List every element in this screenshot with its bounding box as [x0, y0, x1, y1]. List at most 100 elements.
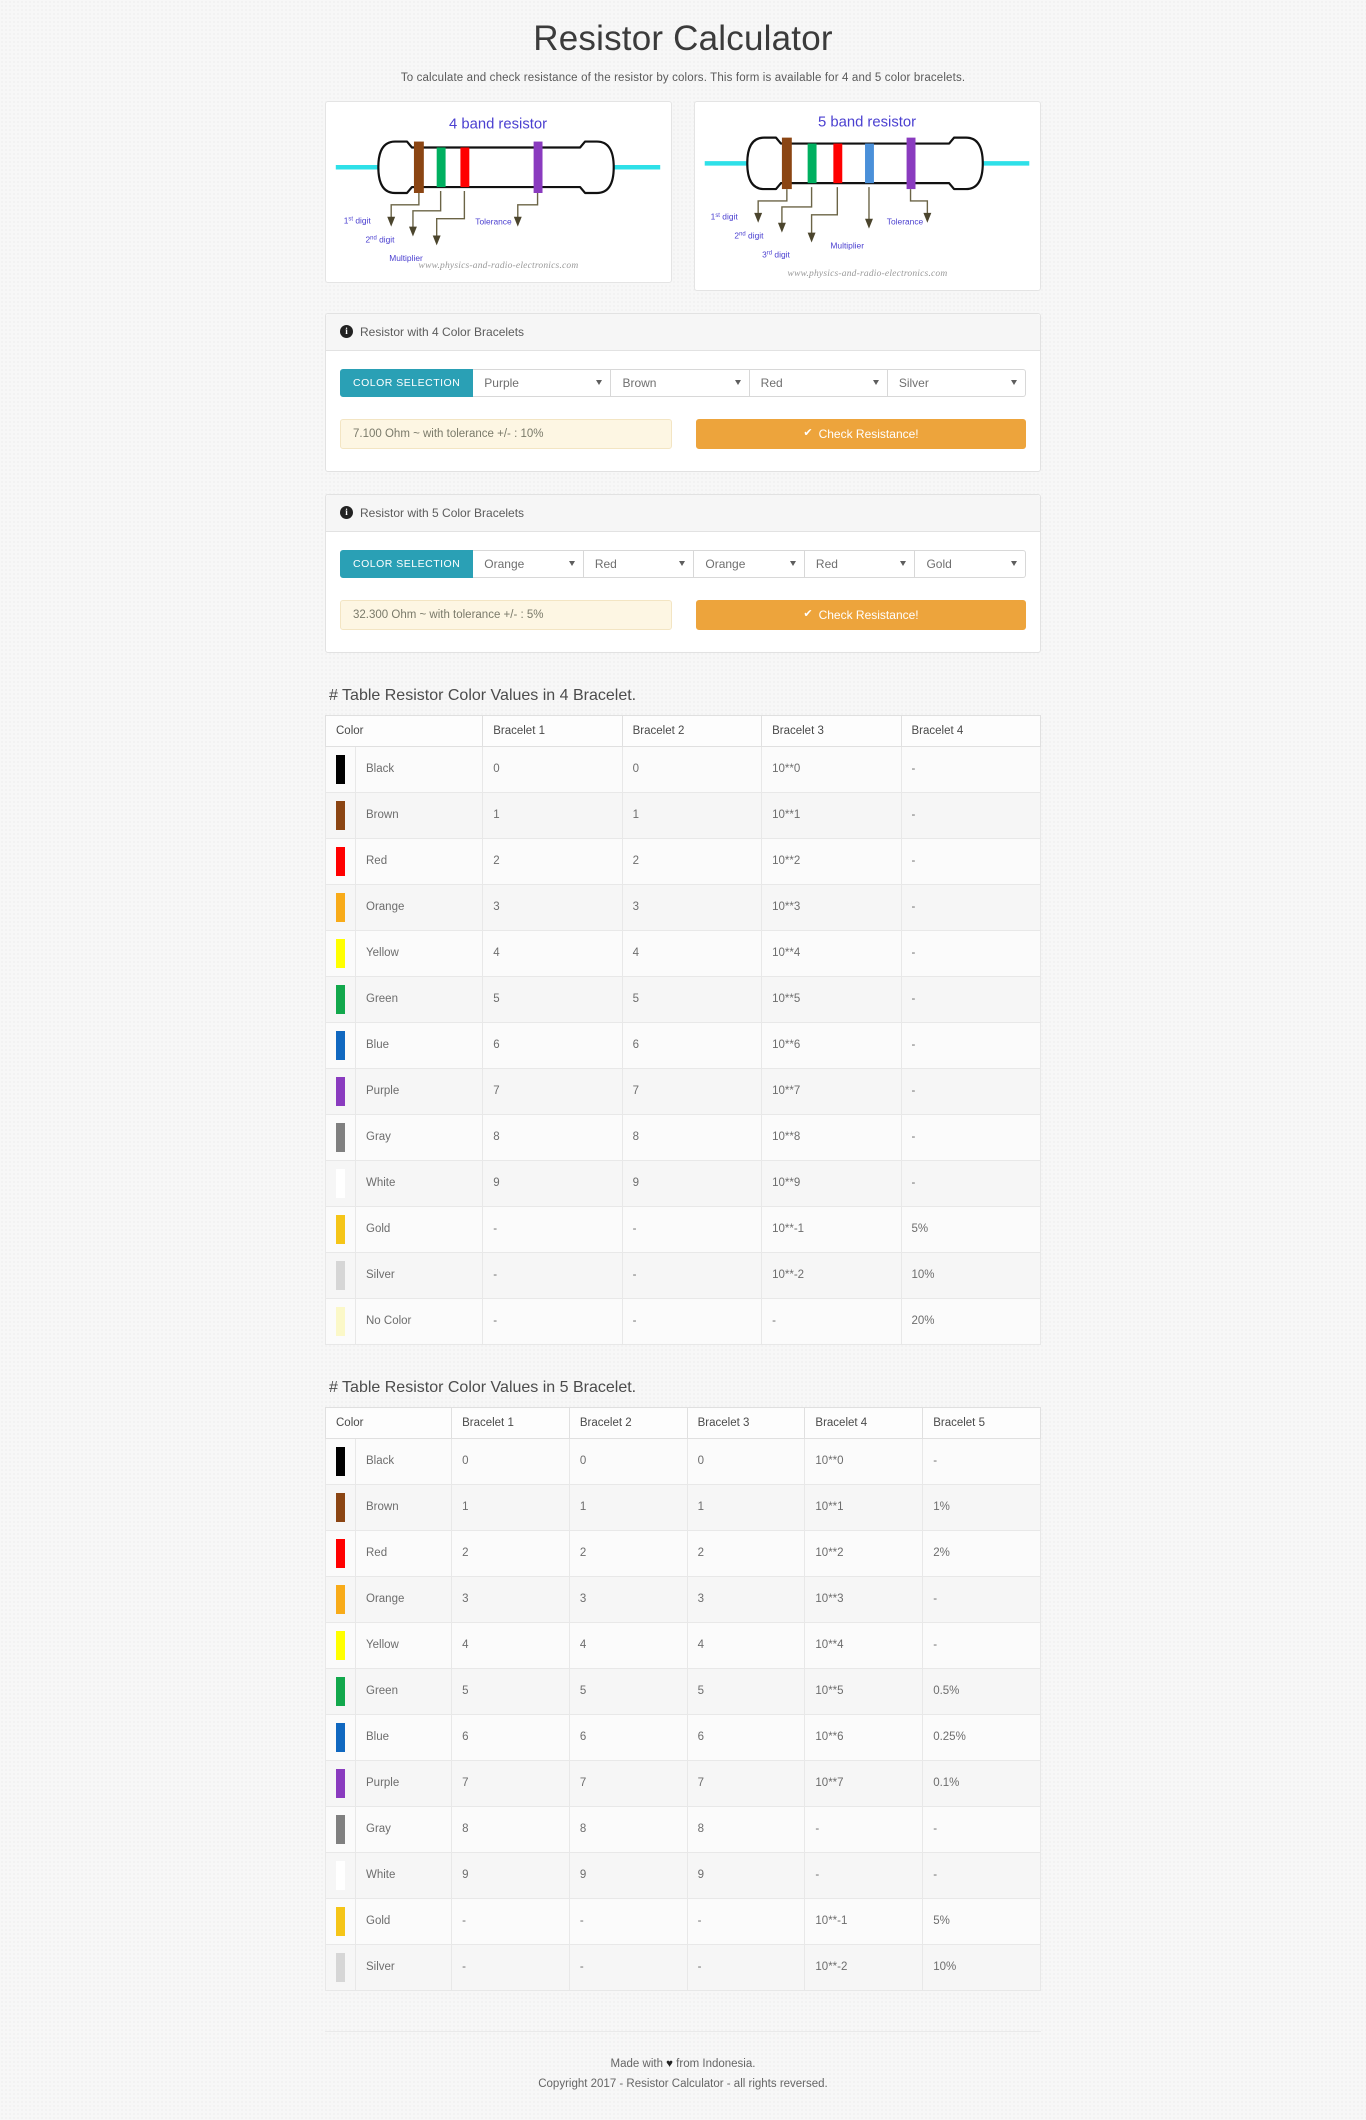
- table-row: Silver - -10**-2 10%: [325, 1251, 1042, 1299]
- check-icon: ✔: [803, 427, 813, 439]
- diagram-watermark-5band: www.physics-and-radio-electronics.com: [787, 268, 948, 279]
- bracelet-4-value-cell: -: [804, 1851, 924, 1899]
- bracelet-5-value-cell: 1%: [922, 1483, 1041, 1531]
- bracelet-3-value-cell: 8: [686, 1805, 806, 1853]
- bracelet-4-value-cell: -: [900, 1159, 1042, 1207]
- heart-icon: ♥: [666, 2057, 673, 2070]
- bracelet-1-value-cell: 6: [482, 1021, 623, 1069]
- diagram-label-1st-digit-5band: 1st digit: [711, 211, 739, 221]
- color-name-cell: Purple: [354, 1067, 484, 1115]
- bracelet-2-value-cell: -: [568, 1897, 688, 1945]
- column-header-bracelet-5: Bracelet 5: [922, 1406, 1041, 1439]
- footer-copyright: Copyright 2017 - Resistor Calculator - a…: [538, 2077, 828, 2090]
- color-swatch: [336, 754, 345, 784]
- bracelet-2-value-cell: -: [621, 1297, 763, 1345]
- bracelet-3-value-cell: 10**7: [761, 1067, 902, 1115]
- footer-made-with-prefix: Made with: [610, 2057, 667, 2070]
- select-4band-bracelet-2[interactable]: Brown: [611, 368, 750, 397]
- color-swatch: [336, 800, 345, 830]
- diagram-label-multiplier-5band: Multiplier: [830, 240, 864, 250]
- bracelet-1-value-cell: 7: [482, 1067, 623, 1115]
- resistance-result-5band: 32.300 Ohm ~ with tolerance +/- : 5%: [340, 599, 672, 630]
- select-4band-bracelet-1-value: Purple: [484, 375, 519, 390]
- table-4bracelet-head: Color Bracelet 1 Bracelet 2 Bracelet 3 Brace…: [324, 714, 1042, 747]
- bracelet-2-value-cell: 5: [621, 975, 763, 1023]
- check-resistance-button-4band[interactable]: ✔ Check Resistance!: [696, 418, 1026, 449]
- bracelet-4-value-cell: -: [900, 1113, 1042, 1161]
- color-name-cell: Blue: [354, 1021, 484, 1069]
- bracelet-4-value-cell: 10**3: [804, 1575, 924, 1623]
- bracelet-1-value-cell: 0: [451, 1437, 570, 1485]
- color-swatch: [336, 1214, 345, 1244]
- bracelet-3-value-cell: 0: [686, 1437, 806, 1485]
- color-swatch: [336, 1584, 345, 1614]
- bracelet-1-value-cell: 9: [482, 1159, 623, 1207]
- color-name-cell: Brown: [354, 791, 484, 839]
- bracelet-4-value-cell: 10**-1: [804, 1897, 924, 1945]
- color-swatch: [336, 1860, 345, 1890]
- bracelet-2-value-cell: 4: [621, 929, 763, 977]
- table-row: Yellow 4 4 4 10**4-: [325, 1621, 1041, 1669]
- bracelet-1-value-cell: 4: [451, 1621, 570, 1669]
- table-5bracelet: Color Bracelet 1 Bracelet 2 Bracelet 3 Brace…: [324, 1406, 1041, 1991]
- bracelet-3-value-cell: 10**4: [761, 929, 902, 977]
- column-header-color: Color: [324, 714, 484, 747]
- select-4band-bracelet-3[interactable]: Red: [749, 368, 888, 397]
- color-name-cell: Green: [354, 1667, 453, 1715]
- bracelet-1-value-cell: -: [482, 1205, 623, 1253]
- bracelet-5-value-cell: 0.5%: [922, 1667, 1041, 1715]
- bracelet-3-value-cell: 10**-1: [761, 1205, 902, 1253]
- page-container: Resistor Calculator To calculate and che…: [324, 0, 1042, 2120]
- select-5band-bracelet-2[interactable]: Red: [583, 549, 695, 578]
- bracelet-5-value-cell: 2%: [922, 1529, 1041, 1577]
- chevron-down-icon: [596, 380, 603, 385]
- bracelet-2-value-cell: 7: [568, 1759, 688, 1807]
- color-name-cell: Brown: [354, 1483, 453, 1531]
- check-resistance-button-5band[interactable]: ✔ Check Resistance!: [696, 599, 1026, 630]
- select-4band-bracelet-4[interactable]: Silver: [887, 368, 1027, 397]
- bracelet-1-value-cell: 4: [482, 929, 623, 977]
- color-swatch: [336, 1030, 345, 1060]
- table-row: White 9 9 9- -: [325, 1851, 1041, 1899]
- bracelet-5-value-cell: -: [922, 1621, 1041, 1669]
- color-swatch: [336, 1306, 345, 1336]
- color-name-cell: Gold: [354, 1205, 484, 1253]
- color-selection-group-5band: COLOR SELECTION Orange Red Orange Red Go…: [340, 549, 1027, 578]
- bracelet-3-value-cell: 10**3: [761, 883, 902, 931]
- page-title: Resistor Calculator: [533, 19, 833, 58]
- color-selection-label-5band: COLOR SELECTION: [340, 549, 474, 578]
- select-5band-bracelet-1[interactable]: Orange: [473, 549, 584, 578]
- select-5band-bracelet-4[interactable]: Red: [804, 549, 916, 578]
- select-4band-bracelet-4-value: Silver: [898, 375, 929, 390]
- bracelet-4-value-cell: -: [900, 883, 1042, 931]
- select-4band-bracelet-2-value: Brown: [622, 375, 657, 390]
- table-row: Gray 8 8 10**8-: [325, 1113, 1042, 1161]
- resistor-diagrams: 4 band resistor 1st digit 2nd digit Mult…: [325, 100, 1041, 291]
- select-5band-bracelet-3[interactable]: Orange: [694, 549, 805, 578]
- select-5band-bracelet-5[interactable]: Gold: [915, 549, 1027, 578]
- five-band-resistor-illustration: 5 band resistor 1st digit 2nd digit 3rd …: [704, 114, 1030, 259]
- color-name-cell: White: [354, 1159, 484, 1207]
- color-name-cell: Yellow: [354, 929, 484, 977]
- color-swatch: [336, 1768, 345, 1798]
- table-header-row: Color Bracelet 1 Bracelet 2 Bracelet 3 Brace…: [324, 1406, 1041, 1439]
- table-row: Brown 1 1 1 10**1 1%: [325, 1483, 1041, 1531]
- bracelet-2-value-cell: -: [621, 1251, 763, 1299]
- table-row: Green 5 5 10**5-: [325, 975, 1042, 1023]
- bracelet-3-value-cell: 10**5: [761, 975, 902, 1023]
- color-selection-label-4band: COLOR SELECTION: [340, 368, 474, 397]
- bracelet-4-value-cell: -: [804, 1805, 924, 1853]
- select-5band-bracelet-4-value: Red: [815, 556, 838, 571]
- color-name-cell: Purple: [354, 1759, 453, 1807]
- color-swatch-cell: [325, 1667, 356, 1715]
- select-4band-bracelet-1[interactable]: Purple: [473, 368, 612, 397]
- bracelet-1-value-cell: 9: [451, 1851, 570, 1899]
- bracelet-2-value-cell: 0: [568, 1437, 688, 1485]
- bracelet-1-value-cell: 6: [451, 1713, 570, 1761]
- bracelet-1-value-cell: -: [482, 1297, 623, 1345]
- bracelet-3-value-cell: 2: [686, 1529, 806, 1577]
- diagram-label-tolerance-5band: Tolerance: [887, 216, 924, 226]
- color-swatch-cell: [325, 745, 356, 793]
- table-row: Yellow 4 4 10**4-: [325, 929, 1042, 977]
- table-row: Purple 7 7 10**7-: [325, 1067, 1042, 1115]
